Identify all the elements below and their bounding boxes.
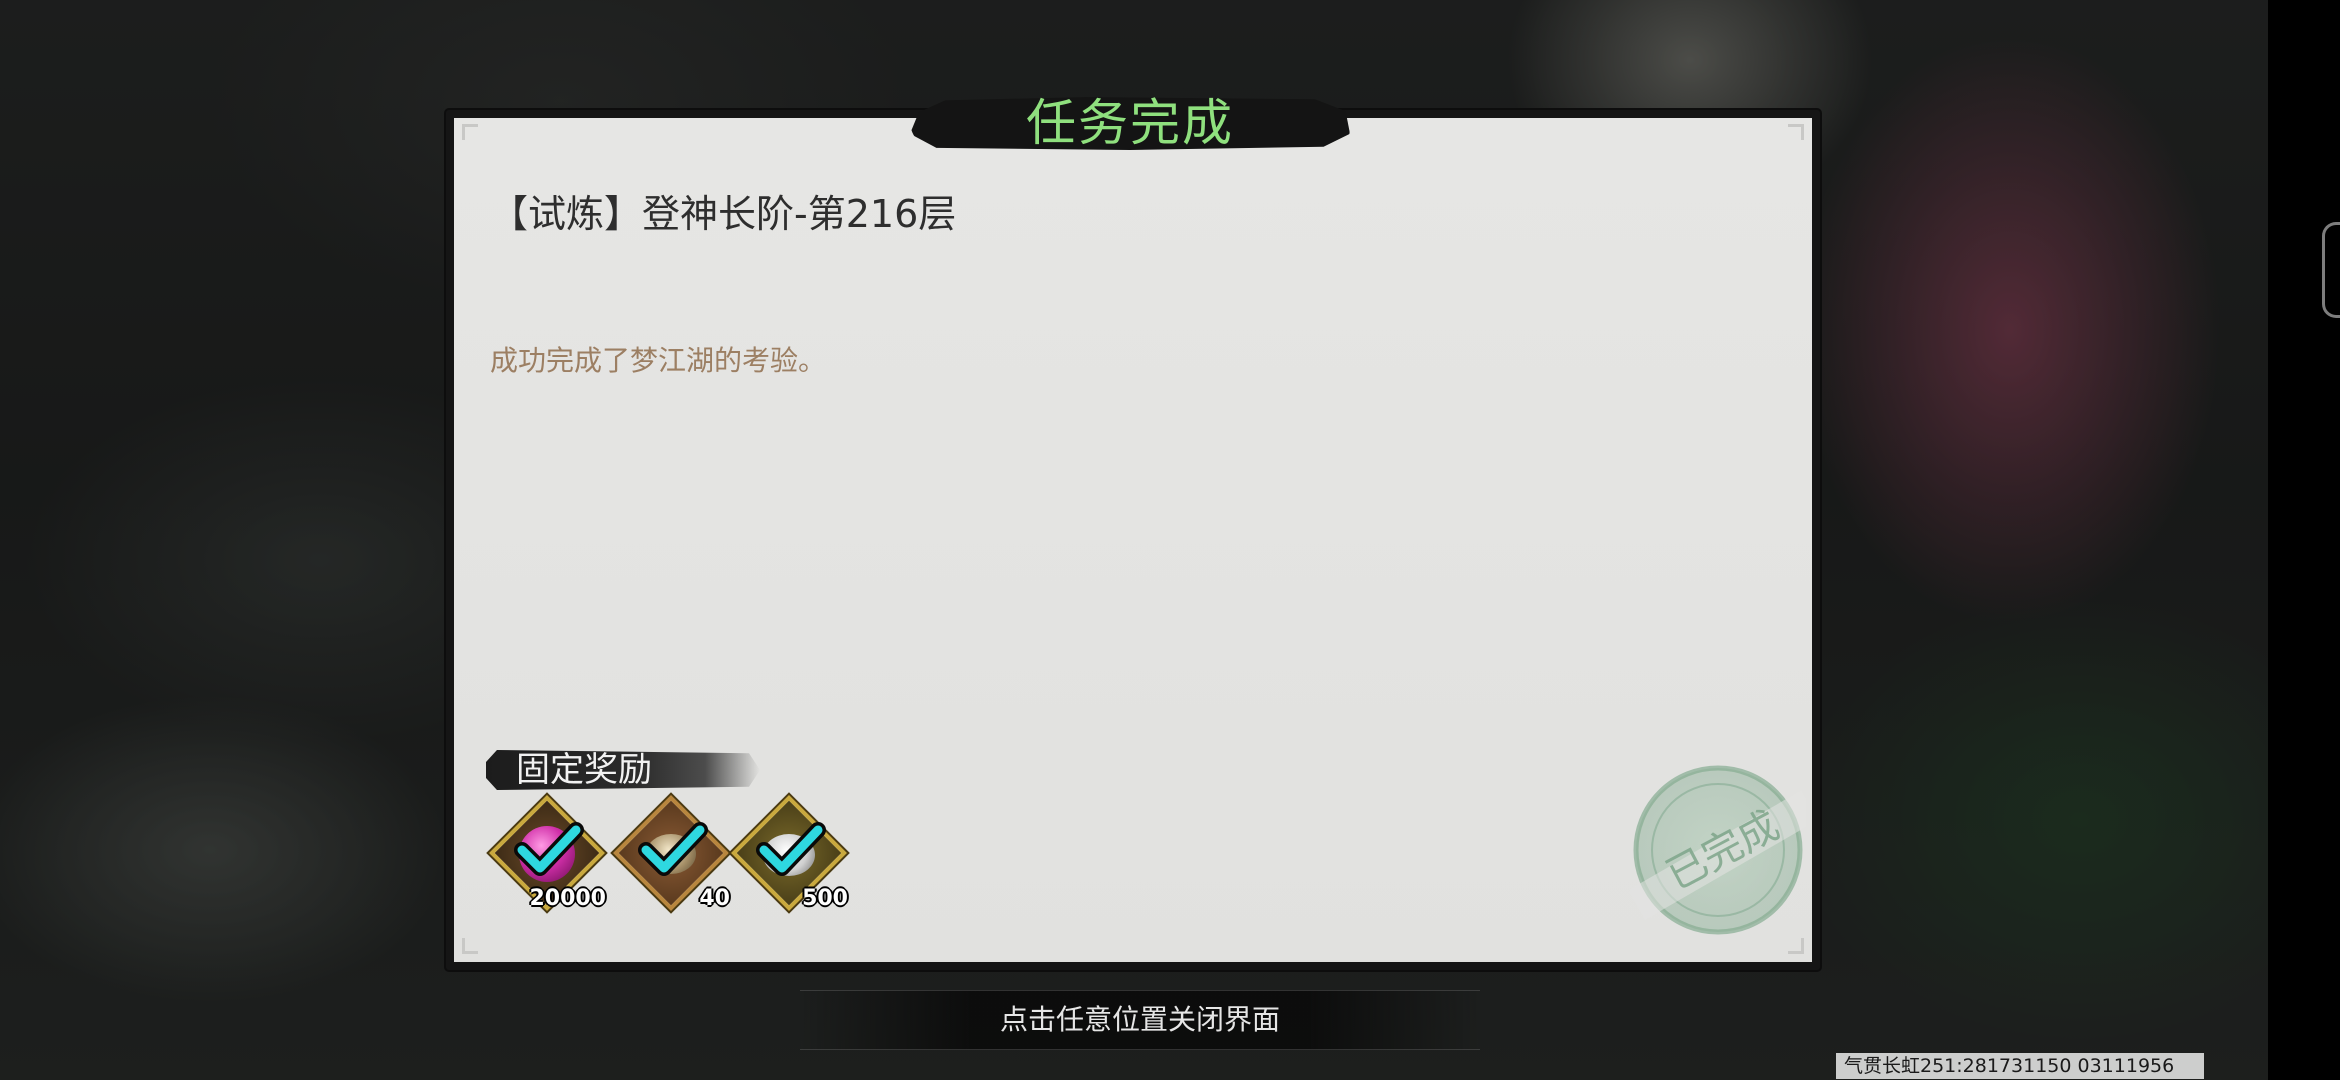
claimed-check-icon [756,822,826,876]
claimed-check-icon [514,822,584,876]
claimed-check-icon [638,822,708,876]
side-pull-tab[interactable] [2322,222,2340,318]
reward-item[interactable]: 20000 [486,795,606,911]
completed-stamp: 已完成 [1630,765,1806,935]
dialog-title: 任务完成 [1026,94,1234,152]
corner-ornament-bottom-left [462,938,478,954]
screen-edge-bar [2268,0,2340,1080]
corner-ornament-top-left [462,124,478,140]
quest-description: 成功完成了梦江湖的考验。 [490,344,827,377]
reward-item[interactable]: 40 [610,795,730,911]
corner-ornament-top-right [1788,124,1804,140]
reward-quantity: 20000 [529,886,606,911]
reward-item[interactable]: 500 [728,795,848,911]
reward-quantity: 40 [699,886,730,911]
player-info-watermark: 气贯长虹251:281731150 03111956 [1836,1053,2204,1079]
rewards-heading: 固定奖励 [516,750,652,790]
close-hint[interactable]: 点击任意位置关闭界面 [800,996,1480,1044]
corner-ornament-bottom-right [1788,938,1804,954]
reward-quantity: 500 [802,886,848,911]
quest-name: 【试炼】登神长阶-第216层 [490,192,957,236]
